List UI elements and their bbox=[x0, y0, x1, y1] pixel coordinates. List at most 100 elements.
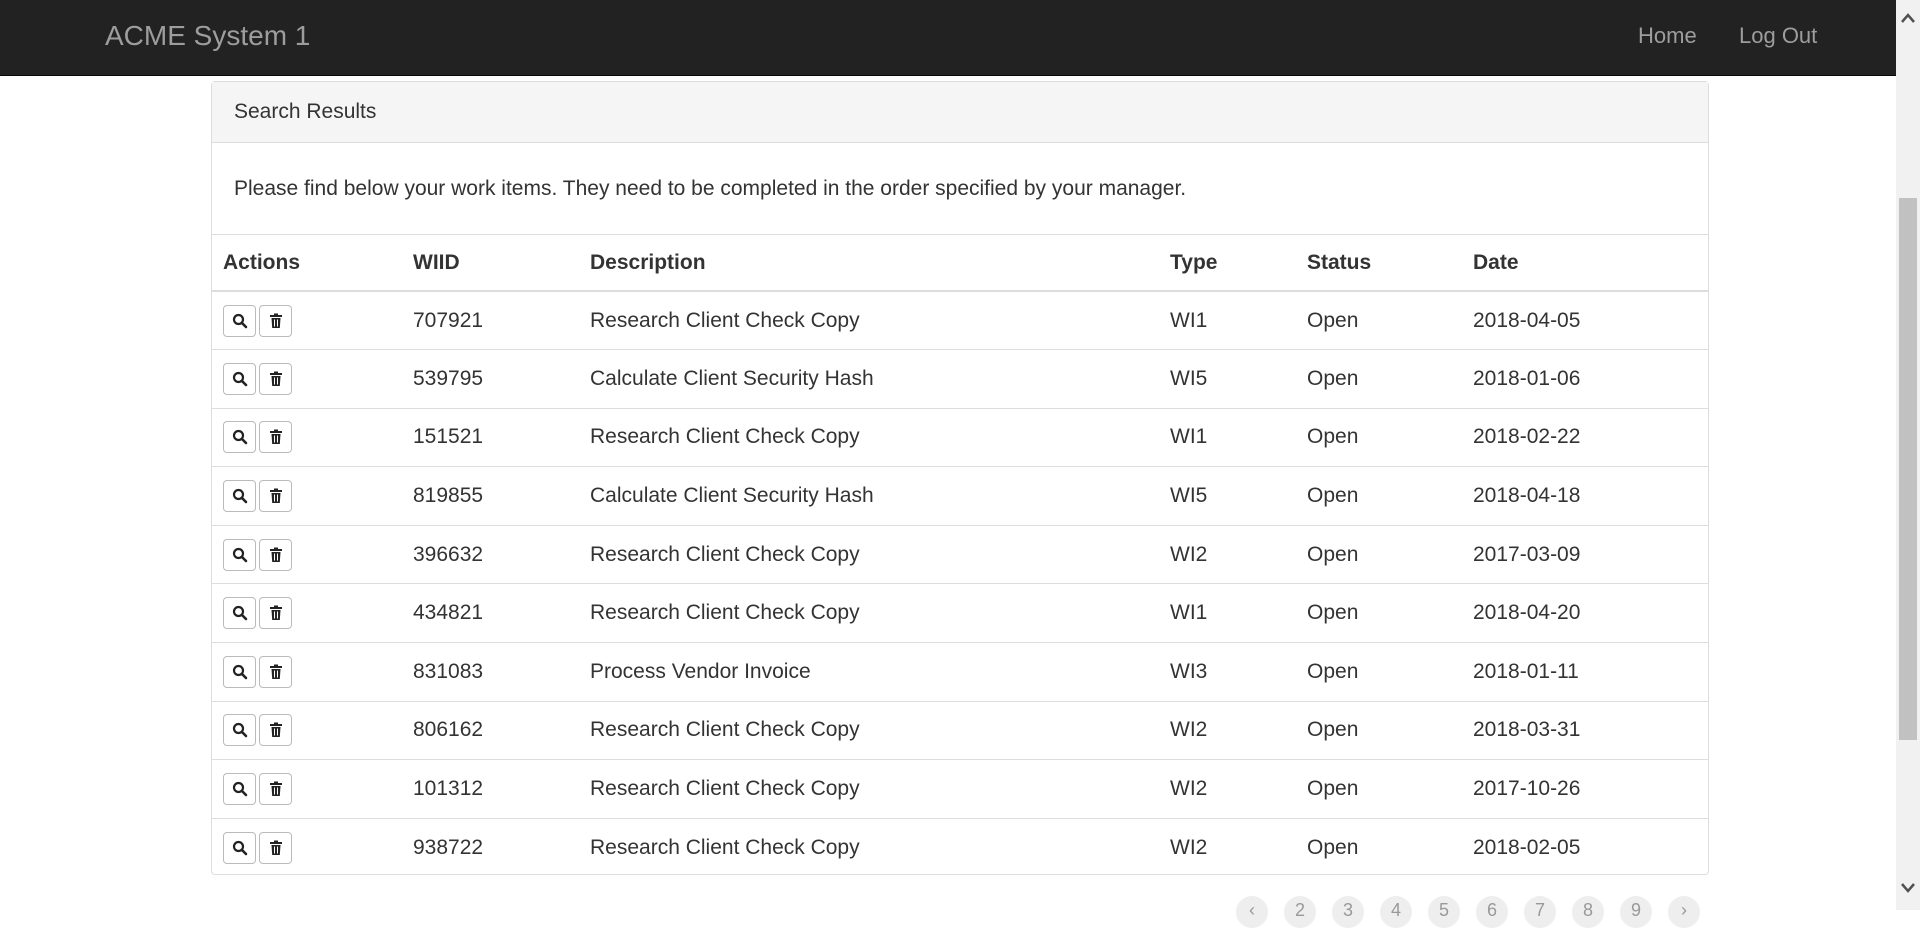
cell-description: Calculate Client Security Hash bbox=[579, 466, 1159, 526]
cell-type: WI2 bbox=[1159, 524, 1296, 584]
panel-heading: Search Results bbox=[212, 82, 1708, 143]
table-row: 831083 Process Vendor Invoice WI3 Open 2018-… bbox=[212, 642, 1708, 702]
delete-button[interactable] bbox=[259, 421, 292, 454]
view-button[interactable] bbox=[223, 831, 256, 864]
brand-title[interactable]: ACME System 1 bbox=[105, 20, 310, 52]
cell-date: 2018-03-31 bbox=[1462, 700, 1708, 760]
scroll-up-arrow-icon[interactable] bbox=[1896, 6, 1920, 30]
delete-button[interactable] bbox=[259, 480, 292, 513]
cell-status: Open bbox=[1296, 700, 1462, 760]
search-icon bbox=[232, 664, 248, 680]
view-button[interactable] bbox=[223, 714, 256, 747]
cell-wiid: 151521 bbox=[402, 407, 579, 467]
cell-wiid: 707921 bbox=[402, 290, 579, 350]
row-actions bbox=[212, 524, 402, 584]
trash-icon bbox=[269, 488, 283, 504]
pagination-item[interactable]: 2 bbox=[1284, 896, 1316, 928]
table-row: 707921 Research Client Check Copy WI1 Open 2… bbox=[212, 290, 1708, 350]
delete-button[interactable] bbox=[259, 714, 292, 747]
table-row: 819855 Calculate Client Security Hash WI5 O… bbox=[212, 466, 1708, 526]
search-icon bbox=[232, 722, 248, 738]
cell-wiid: 434821 bbox=[402, 583, 579, 643]
pagination: ‹ 2 3 4 5 6 7 8 9 › bbox=[1236, 896, 1700, 928]
search-icon bbox=[232, 840, 248, 856]
pagination-item[interactable]: 9 bbox=[1620, 896, 1652, 928]
delete-button[interactable] bbox=[259, 304, 292, 337]
delete-button[interactable] bbox=[259, 362, 292, 395]
cell-description: Research Client Check Copy bbox=[579, 290, 1159, 350]
row-actions bbox=[212, 349, 402, 409]
pagination-item[interactable]: 6 bbox=[1476, 896, 1508, 928]
pagination-item[interactable]: 8 bbox=[1572, 896, 1604, 928]
table-row: 396632 Research Client Check Copy WI2 Open 2… bbox=[212, 524, 1708, 584]
page-scrollbar[interactable] bbox=[1896, 0, 1920, 910]
scrollbar-thumb[interactable] bbox=[1899, 198, 1917, 740]
cell-status: Open bbox=[1296, 349, 1462, 409]
search-icon bbox=[232, 605, 248, 621]
pagination-item[interactable]: › bbox=[1668, 896, 1700, 928]
trash-icon bbox=[269, 313, 283, 329]
cell-date: 2018-04-18 bbox=[1462, 466, 1708, 526]
delete-button[interactable] bbox=[259, 538, 292, 571]
home-link[interactable]: Home bbox=[1638, 23, 1697, 49]
delete-button[interactable] bbox=[259, 773, 292, 806]
view-button[interactable] bbox=[223, 480, 256, 513]
row-actions bbox=[212, 466, 402, 526]
cell-date: 2018-02-22 bbox=[1462, 407, 1708, 467]
view-button[interactable] bbox=[223, 773, 256, 806]
cell-status: Open bbox=[1296, 407, 1462, 467]
cell-status: Open bbox=[1296, 817, 1462, 877]
cell-status: Open bbox=[1296, 759, 1462, 819]
cell-type: WI2 bbox=[1159, 817, 1296, 877]
row-actions bbox=[212, 759, 402, 819]
trash-icon bbox=[269, 781, 283, 797]
search-icon bbox=[232, 547, 248, 563]
row-actions bbox=[212, 700, 402, 760]
cell-type: WI1 bbox=[1159, 407, 1296, 467]
search-icon bbox=[232, 781, 248, 797]
trash-icon bbox=[269, 664, 283, 680]
row-actions bbox=[212, 290, 402, 350]
table-row: 938722 Research Client Check Copy WI2 Open 2… bbox=[212, 817, 1708, 877]
pagination-item[interactable]: 5 bbox=[1428, 896, 1460, 928]
view-button[interactable] bbox=[223, 655, 256, 688]
cell-description: Research Client Check Copy bbox=[579, 759, 1159, 819]
cell-date: 2018-02-05 bbox=[1462, 817, 1708, 877]
cell-type: WI2 bbox=[1159, 759, 1296, 819]
cell-wiid: 938722 bbox=[402, 817, 579, 877]
cell-description: Research Client Check Copy bbox=[579, 524, 1159, 584]
view-button[interactable] bbox=[223, 597, 256, 630]
cell-date: 2018-04-20 bbox=[1462, 583, 1708, 643]
view-button[interactable] bbox=[223, 538, 256, 571]
cell-status: Open bbox=[1296, 290, 1462, 350]
delete-button[interactable] bbox=[259, 831, 292, 864]
cell-status: Open bbox=[1296, 583, 1462, 643]
header-status: Status bbox=[1296, 235, 1462, 292]
table-row: 434821 Research Client Check Copy WI1 Open 2… bbox=[212, 583, 1708, 643]
view-button[interactable] bbox=[223, 304, 256, 337]
header-date: Date bbox=[1462, 235, 1708, 292]
pagination-item[interactable]: 4 bbox=[1380, 896, 1412, 928]
cell-wiid: 101312 bbox=[402, 759, 579, 819]
header-description: Description bbox=[579, 235, 1159, 292]
pagination-item[interactable]: 7 bbox=[1524, 896, 1556, 928]
delete-button[interactable] bbox=[259, 597, 292, 630]
cell-type: WI5 bbox=[1159, 349, 1296, 409]
pagination-item[interactable]: ‹ bbox=[1236, 896, 1268, 928]
top-navbar: ACME System 1 Home Log Out bbox=[0, 0, 1896, 76]
trash-icon bbox=[269, 547, 283, 563]
row-actions bbox=[212, 817, 402, 877]
table-row: 151521 Research Client Check Copy WI1 Open 2… bbox=[212, 407, 1708, 467]
pagination-item[interactable]: 3 bbox=[1332, 896, 1364, 928]
logout-link[interactable]: Log Out bbox=[1739, 23, 1817, 49]
view-button[interactable] bbox=[223, 421, 256, 454]
search-icon bbox=[232, 488, 248, 504]
delete-button[interactable] bbox=[259, 655, 292, 688]
cell-description: Research Client Check Copy bbox=[579, 407, 1159, 467]
cell-date: 2018-01-11 bbox=[1462, 642, 1708, 702]
search-icon bbox=[232, 313, 248, 329]
scroll-down-arrow-icon[interactable] bbox=[1896, 876, 1920, 900]
trash-icon bbox=[269, 371, 283, 387]
work-items-table: Actions WIID Description Type Status Dat… bbox=[212, 235, 1708, 877]
view-button[interactable] bbox=[223, 362, 256, 395]
